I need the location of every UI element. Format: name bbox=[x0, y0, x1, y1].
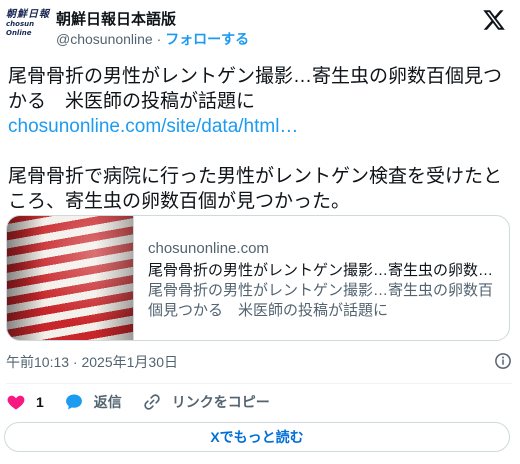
x-logo-icon[interactable] bbox=[482, 8, 506, 32]
tweet-paragraph-1: 尾骨骨折の男性がレントゲン撮影…寄生虫の卵数百個見つかる 米医師の投稿が話題に bbox=[8, 66, 503, 112]
avatar-logo-jp: 朝鮮日報 bbox=[6, 8, 50, 20]
card-domain: chosunonline.com bbox=[148, 240, 269, 257]
card-description: 尾骨骨折の男性がレントゲン撮影…寄生虫の卵数百個見つかる 米医師の投稿が話題に bbox=[148, 282, 494, 319]
handle-separator: · bbox=[152, 31, 166, 47]
card-info: chosunonline.com 尾骨骨折の男性がレントゲン撮影…寄生虫の卵数百… bbox=[134, 216, 498, 340]
copy-link-button[interactable]: リンクをコピー bbox=[142, 392, 270, 412]
tweet-paragraph-2: 尾骨骨折で病院に行った男性がレントゲン検査を受けたところ、寄生虫の卵数百個が見つ… bbox=[8, 166, 503, 212]
embedded-tweet: 朝鮮日報 chosun Online 朝鮮日報日本語版 @chosunonlin… bbox=[0, 0, 520, 464]
copy-link-label: リンクをコピー bbox=[171, 394, 270, 410]
link-icon bbox=[144, 394, 160, 410]
link-card[interactable]: chosunonline.com 尾骨骨折の男性がレントゲン撮影…寄生虫の卵数百… bbox=[6, 215, 510, 341]
timestamp[interactable]: 午前10:13 · 2025年1月30日 bbox=[6, 352, 178, 372]
avatar-logo-en: chosun Online bbox=[6, 19, 35, 37]
divider bbox=[6, 383, 512, 384]
tweet-link[interactable]: chosunonline.com/site/data/html… bbox=[8, 116, 298, 137]
like-button[interactable]: 1 bbox=[6, 392, 44, 412]
action-bar: 1 返信 リンクをコピー bbox=[6, 390, 290, 414]
info-icon[interactable] bbox=[494, 352, 512, 370]
reply-label: 返信 bbox=[93, 394, 122, 410]
reply-button[interactable]: 返信 bbox=[64, 392, 122, 412]
author-handle[interactable]: @chosunonline bbox=[56, 31, 153, 47]
tweet-text: 尾骨骨折の男性がレントゲン撮影…寄生虫の卵数百個見つかる 米医師の投稿が話題に … bbox=[8, 64, 512, 214]
reply-bubble-icon bbox=[65, 394, 82, 410]
like-count: 1 bbox=[36, 394, 44, 410]
card-title: 尾骨骨折の男性がレントゲン撮影…寄生虫の卵数百… bbox=[148, 262, 498, 279]
heart-icon bbox=[7, 395, 25, 410]
card-thumbnail[interactable] bbox=[7, 216, 134, 340]
author-handle-row: @chosunonline · フォローする bbox=[56, 29, 249, 49]
avatar[interactable]: 朝鮮日報 chosun Online bbox=[6, 6, 50, 40]
author-name[interactable]: 朝鮮日報日本語版 bbox=[56, 8, 176, 29]
follow-button[interactable]: フォローする bbox=[165, 31, 249, 47]
read-more-button[interactable]: Xでもっと読む bbox=[4, 422, 510, 452]
